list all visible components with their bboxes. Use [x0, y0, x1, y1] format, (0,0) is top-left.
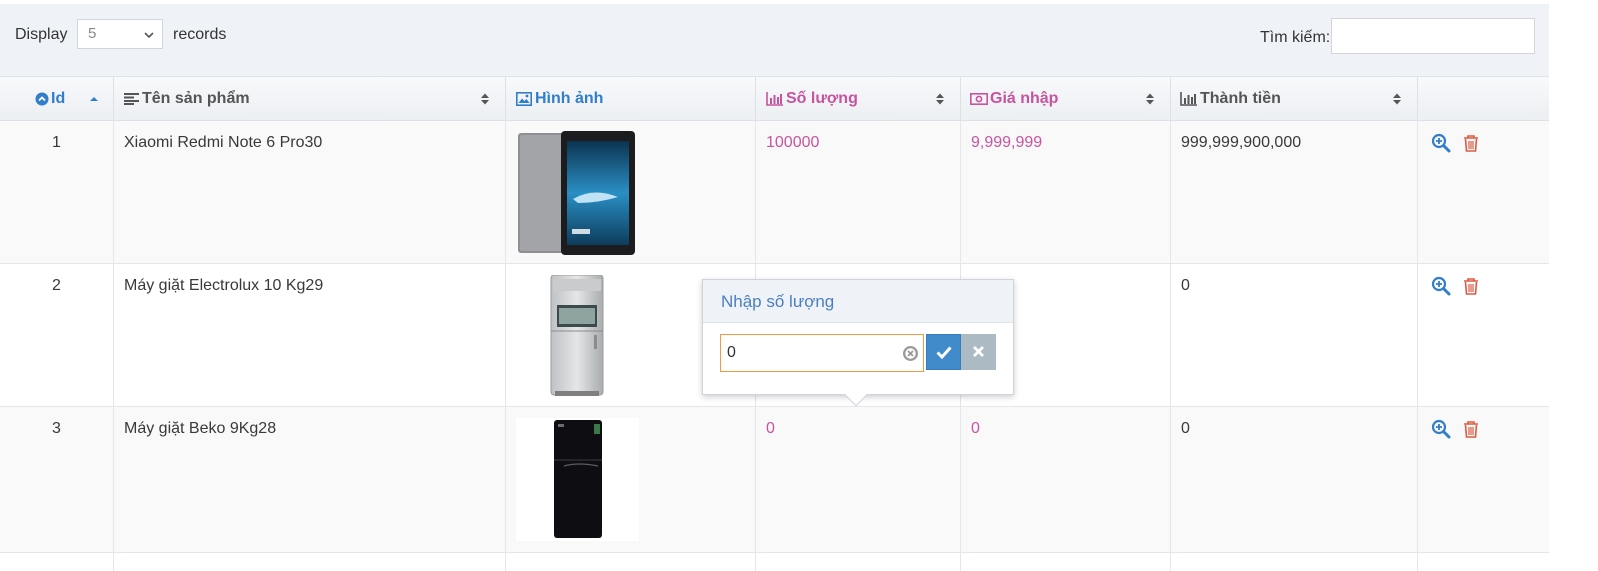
zoom-in-icon[interactable] — [1431, 276, 1451, 296]
bar-chart-icon — [766, 92, 783, 106]
total-value: 0 — [1181, 420, 1190, 437]
cell-total: 999,999,900,000 — [1171, 121, 1418, 264]
cell-image — [506, 407, 756, 553]
cell-id — [0, 553, 114, 571]
display-label: Display — [15, 26, 68, 43]
quantity-value: 100000 — [766, 134, 820, 151]
page-scrollbar[interactable] — [1549, 0, 1564, 570]
column-header-label: Tên sản phẩm — [142, 90, 250, 107]
cell-total: 0 — [1171, 407, 1418, 553]
column-header-label: Hình ảnh — [535, 90, 604, 107]
zoom-in-icon[interactable] — [1431, 419, 1451, 439]
cell-image — [506, 121, 756, 264]
column-header-label: Giá nhập — [990, 90, 1059, 107]
column-header-quantity[interactable]: Số lượng — [756, 77, 961, 121]
sort-both-icon — [481, 93, 489, 105]
zoom-in-icon[interactable] — [1431, 133, 1451, 153]
cell-image — [506, 553, 756, 571]
table-toolbar: Display 5 records Tìm kiếm: — [0, 4, 1549, 76]
close-icon — [973, 346, 984, 357]
column-header-actions — [1418, 77, 1549, 121]
tablet-image — [518, 131, 635, 255]
trash-icon[interactable] — [1461, 133, 1481, 153]
quantity-value: 0 — [766, 420, 775, 437]
money-icon — [970, 93, 988, 105]
trash-icon[interactable] — [1461, 419, 1481, 439]
table-header: Id Tên sản phẩm Hình ảnh Số lượng Giá nh… — [0, 77, 1549, 121]
cell-name: Xiaomi Redmi Note 6 Pro30 — [114, 121, 506, 264]
records-per-page-select[interactable]: 5 — [77, 19, 163, 49]
product-name: Máy giặt Beko 9Kg28 — [124, 420, 277, 437]
quantity-input-value: 0 — [727, 344, 736, 361]
product-name: Máy giặt Electrolux 10 Kg29 — [124, 277, 324, 294]
circle-chevron-up-icon — [35, 92, 49, 106]
search-input[interactable] — [1331, 18, 1535, 54]
cell-price[interactable]: 9,999,999 — [961, 121, 1171, 264]
cell-actions — [1418, 264, 1549, 407]
column-header-name[interactable]: Tên sản phẩm — [114, 77, 506, 121]
cell-id: 1 — [0, 121, 114, 264]
black-fridge-image — [516, 418, 639, 541]
cell-quantity — [756, 553, 961, 571]
sort-both-icon — [936, 93, 944, 105]
records-label: records — [173, 26, 227, 43]
cell-total — [1171, 553, 1418, 571]
quantity-input[interactable]: 0 — [720, 334, 924, 372]
cell-id: 2 — [0, 264, 114, 407]
cancel-button[interactable] — [961, 334, 996, 370]
cell-price — [961, 553, 1171, 571]
cell-quantity[interactable]: 100000 — [756, 121, 961, 264]
cell-name — [114, 553, 506, 571]
cell-name: Máy giặt Beko 9Kg28 — [114, 407, 506, 553]
sort-asc-icon — [90, 97, 98, 101]
price-value: 9,999,999 — [971, 134, 1043, 151]
search-label: Tìm kiếm: — [1260, 29, 1331, 46]
column-header-total[interactable]: Thành tiền — [1171, 77, 1418, 121]
bar-chart-icon — [1180, 92, 1197, 106]
total-value: 999,999,900,000 — [1181, 134, 1302, 151]
trash-icon[interactable] — [1461, 276, 1481, 296]
column-header-label: Số lượng — [786, 90, 858, 107]
table-row: 1 Xiaomi Redmi Note 6 Pro30 100000 9,999… — [0, 121, 1549, 264]
cell-id: 3 — [0, 407, 114, 553]
table-row: 3 Máy giặt Beko 9Kg28 0 0 0 — [0, 407, 1549, 553]
sort-both-icon — [1146, 93, 1154, 105]
total-value: 0 — [1181, 277, 1190, 294]
cell-total: 0 — [1171, 264, 1418, 407]
check-icon — [936, 346, 952, 359]
cell-actions — [1418, 407, 1549, 553]
column-header-image: Hình ảnh — [506, 77, 756, 121]
product-name: Xiaomi Redmi Note 6 Pro30 — [124, 134, 323, 151]
clear-input-icon[interactable] — [902, 345, 919, 362]
price-value: 0 — [971, 420, 980, 437]
confirm-button[interactable] — [926, 334, 961, 370]
column-header-price[interactable]: Giá nhập — [961, 77, 1171, 121]
column-header-label: Thành tiền — [1200, 90, 1281, 107]
cell-actions — [1418, 121, 1549, 264]
table-row — [0, 553, 1549, 571]
cell-name: Máy giặt Electrolux 10 Kg29 — [114, 264, 506, 407]
cell-price[interactable]: 0 — [961, 407, 1171, 553]
sort-both-icon — [1393, 93, 1401, 105]
popover-title: Nhập số lượng — [703, 280, 1013, 323]
cell-quantity[interactable]: 0 — [756, 407, 961, 553]
silver-fridge-image — [550, 275, 604, 396]
column-header-id[interactable]: Id — [0, 77, 114, 121]
quantity-edit-popover: Nhập số lượng 0 — [702, 279, 1014, 407]
image-icon — [516, 92, 532, 106]
chevron-down-icon — [144, 32, 154, 39]
column-header-label: Id — [51, 90, 66, 107]
align-left-icon — [124, 93, 139, 105]
records-per-page-value: 5 — [88, 25, 97, 42]
